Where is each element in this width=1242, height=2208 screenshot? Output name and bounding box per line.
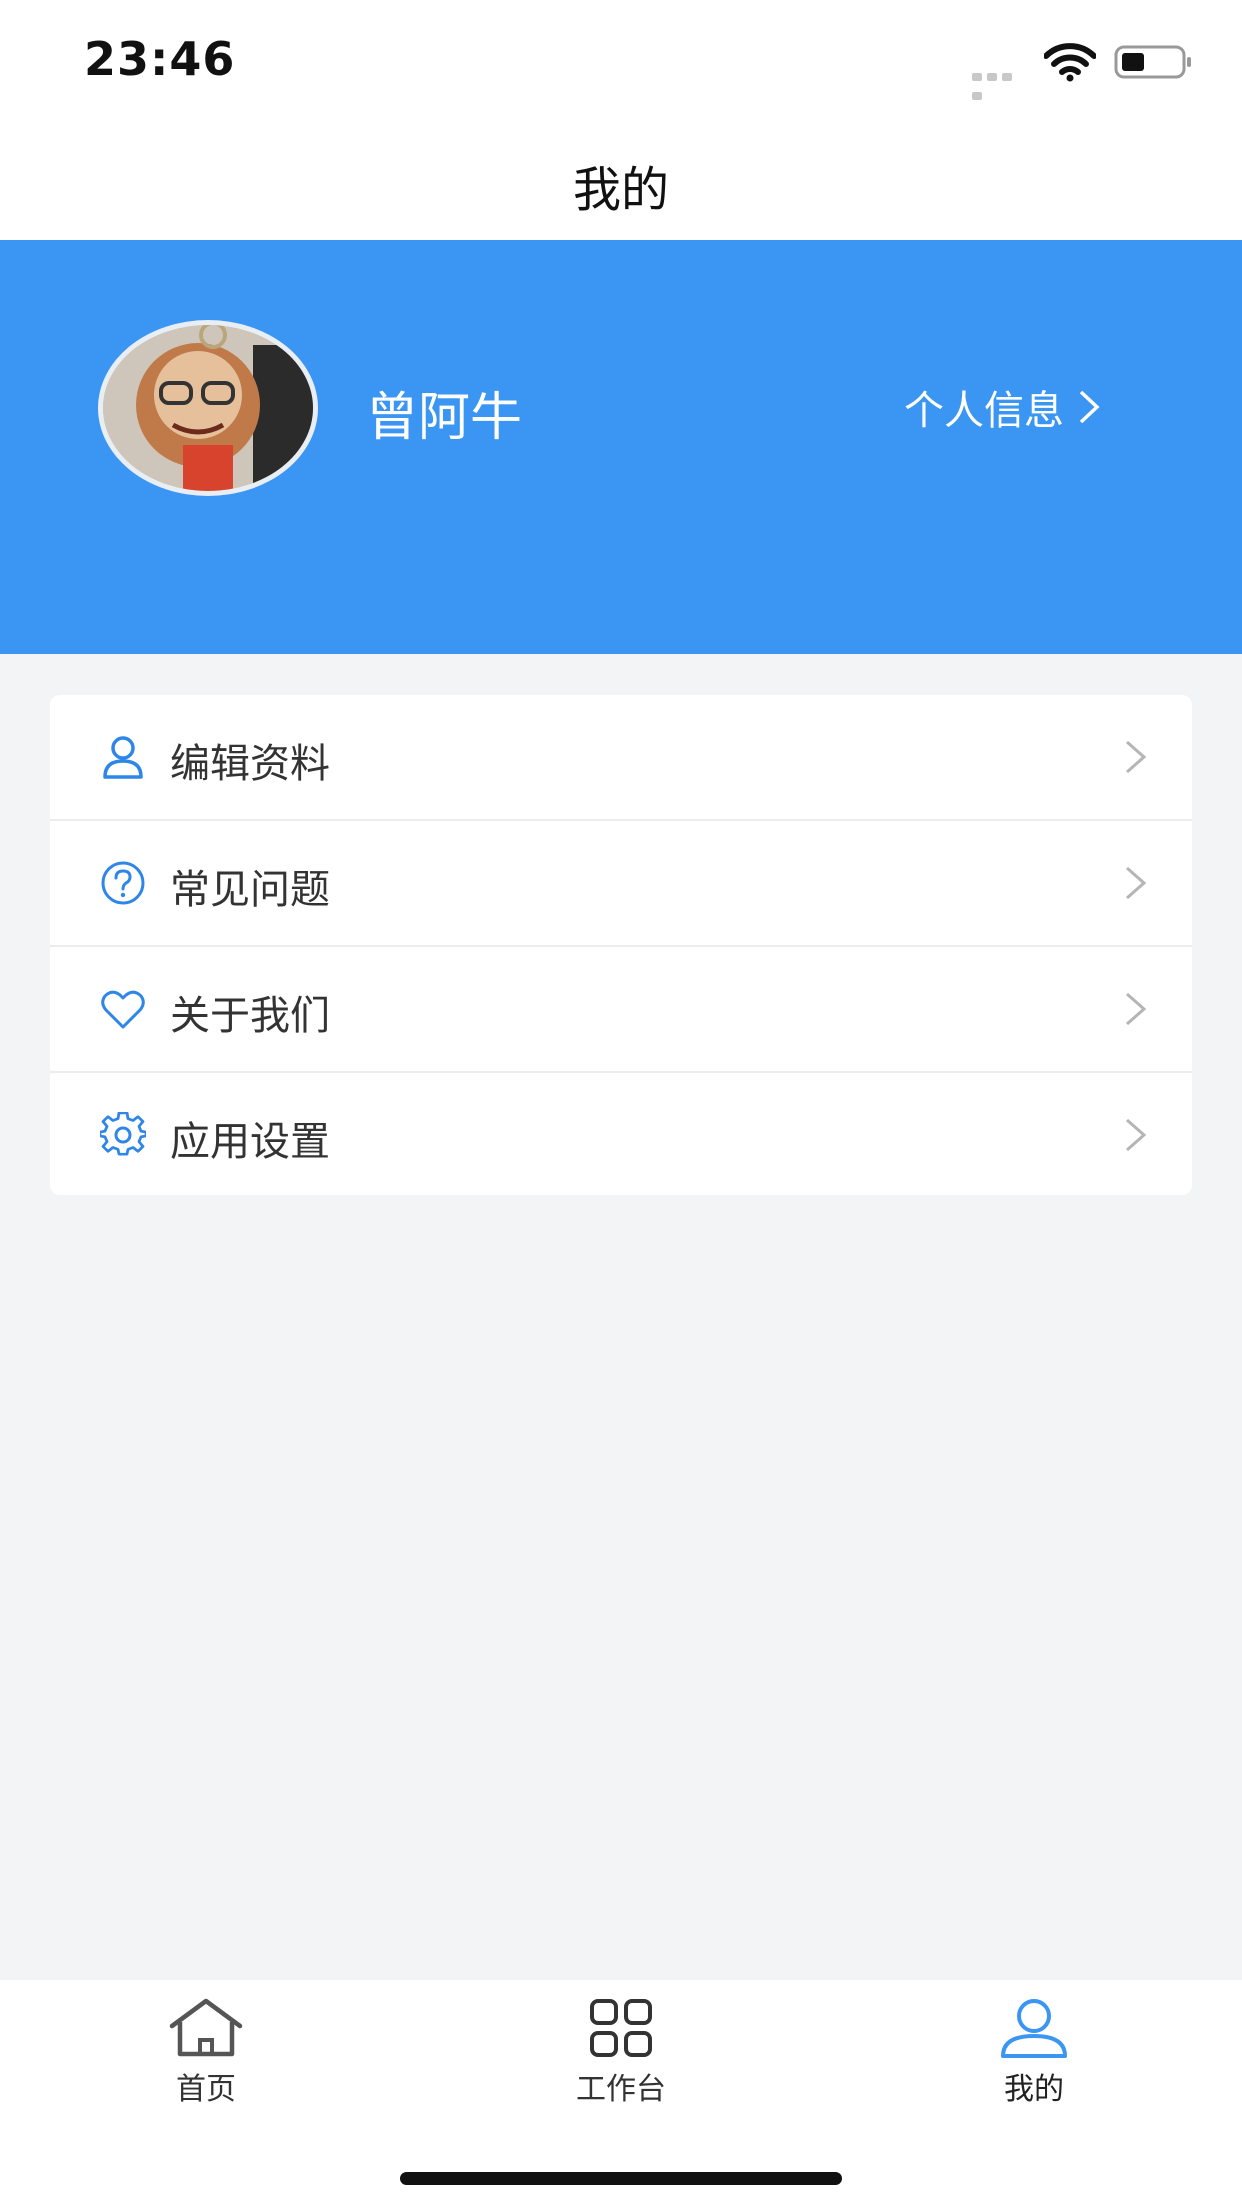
personal-info-link[interactable]: 个人信息 [904,378,1100,436]
question-circle-icon [101,861,145,905]
menu-item-faq[interactable]: 常见问题 [50,821,1192,947]
user-icon [103,736,143,779]
chevron-right-icon [1079,390,1100,424]
chevron-right-icon [1126,992,1147,1026]
chevron-right-icon [1126,866,1147,900]
profile-header: 曾阿牛 个人信息 [0,240,1242,654]
menu-item-label: 编辑资料 [170,741,330,787]
tab-workbench[interactable]: 工作台 [501,1998,741,2108]
menu-item-about-us[interactable]: 关于我们 [50,947,1192,1073]
status-bar: 23:46 [0,0,1242,120]
heart-icon [101,990,145,1029]
menu-item-label: 应用设置 [170,1119,330,1165]
gear-icon [100,1112,146,1156]
menu-card: 编辑资料 常见问题 关于我们 应用设置 [50,695,1192,1195]
nav-bar: 我的 [0,120,1242,240]
chevron-right-icon [1126,1118,1147,1152]
status-time: 23:46 [84,32,236,86]
menu-item-label: 常见问题 [170,867,330,913]
personal-info-label: 个人信息 [904,388,1064,434]
grid-icon [590,1999,652,2057]
tab-label: 首页 [176,2072,236,2107]
wifi-icon [1044,43,1096,82]
menu-item-label: 关于我们 [170,993,330,1039]
tab-home[interactable]: 首页 [86,1998,326,2108]
menu-item-edit-profile[interactable]: 编辑资料 [50,695,1192,821]
cellular-signal-icon [972,66,1030,100]
tab-label: 工作台 [576,2072,666,2107]
home-icon [169,1998,243,2057]
battery-icon [1114,45,1191,79]
tab-mine[interactable]: 我的 [914,1998,1154,2108]
chevron-right-icon [1126,740,1147,774]
avatar[interactable] [98,320,318,496]
page-title: 我的 [572,162,669,218]
person-icon [1001,1999,1067,2058]
tab-label: 我的 [1004,2072,1064,2107]
home-indicator [400,2172,842,2185]
menu-item-app-settings[interactable]: 应用设置 [50,1073,1192,1195]
user-name: 曾阿牛 [366,388,523,448]
